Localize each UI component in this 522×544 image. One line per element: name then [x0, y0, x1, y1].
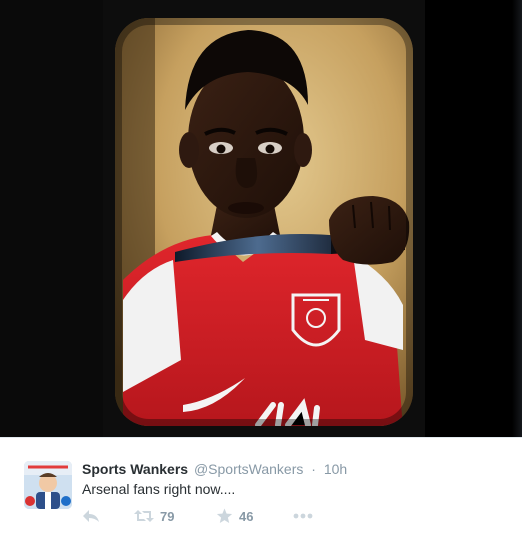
more-icon: [293, 513, 313, 519]
media-letterbox-right: [425, 0, 522, 437]
tweet-media[interactable]: [0, 0, 522, 437]
tweet-header: Sports Wankers @SportsWankers · 10h: [82, 460, 347, 478]
media-letterbox-left: [0, 0, 103, 437]
retweet-count: 79: [160, 508, 175, 524]
tweet-card: Sports Wankers @SportsWankers · 10h Arse…: [0, 437, 522, 544]
tweet-actions: 79 46: [82, 505, 382, 527]
retweet-icon: [134, 509, 154, 523]
favorite-button[interactable]: 46: [216, 505, 253, 527]
avatar[interactable]: [24, 461, 72, 509]
display-name[interactable]: Sports Wankers: [82, 461, 188, 477]
retweet-button[interactable]: 79: [134, 505, 174, 527]
star-icon: [216, 508, 233, 524]
user-handle[interactable]: @SportsWankers: [194, 461, 303, 477]
reply-button[interactable]: [82, 505, 100, 527]
favorite-count: 46: [239, 508, 254, 524]
tweet-photo[interactable]: [103, 0, 425, 437]
separator-dot: ·: [311, 461, 316, 477]
reply-icon: [82, 508, 100, 524]
more-button[interactable]: [293, 505, 313, 527]
tweet-text: Arsenal fans right now....: [82, 481, 236, 497]
timestamp[interactable]: 10h: [324, 461, 347, 477]
